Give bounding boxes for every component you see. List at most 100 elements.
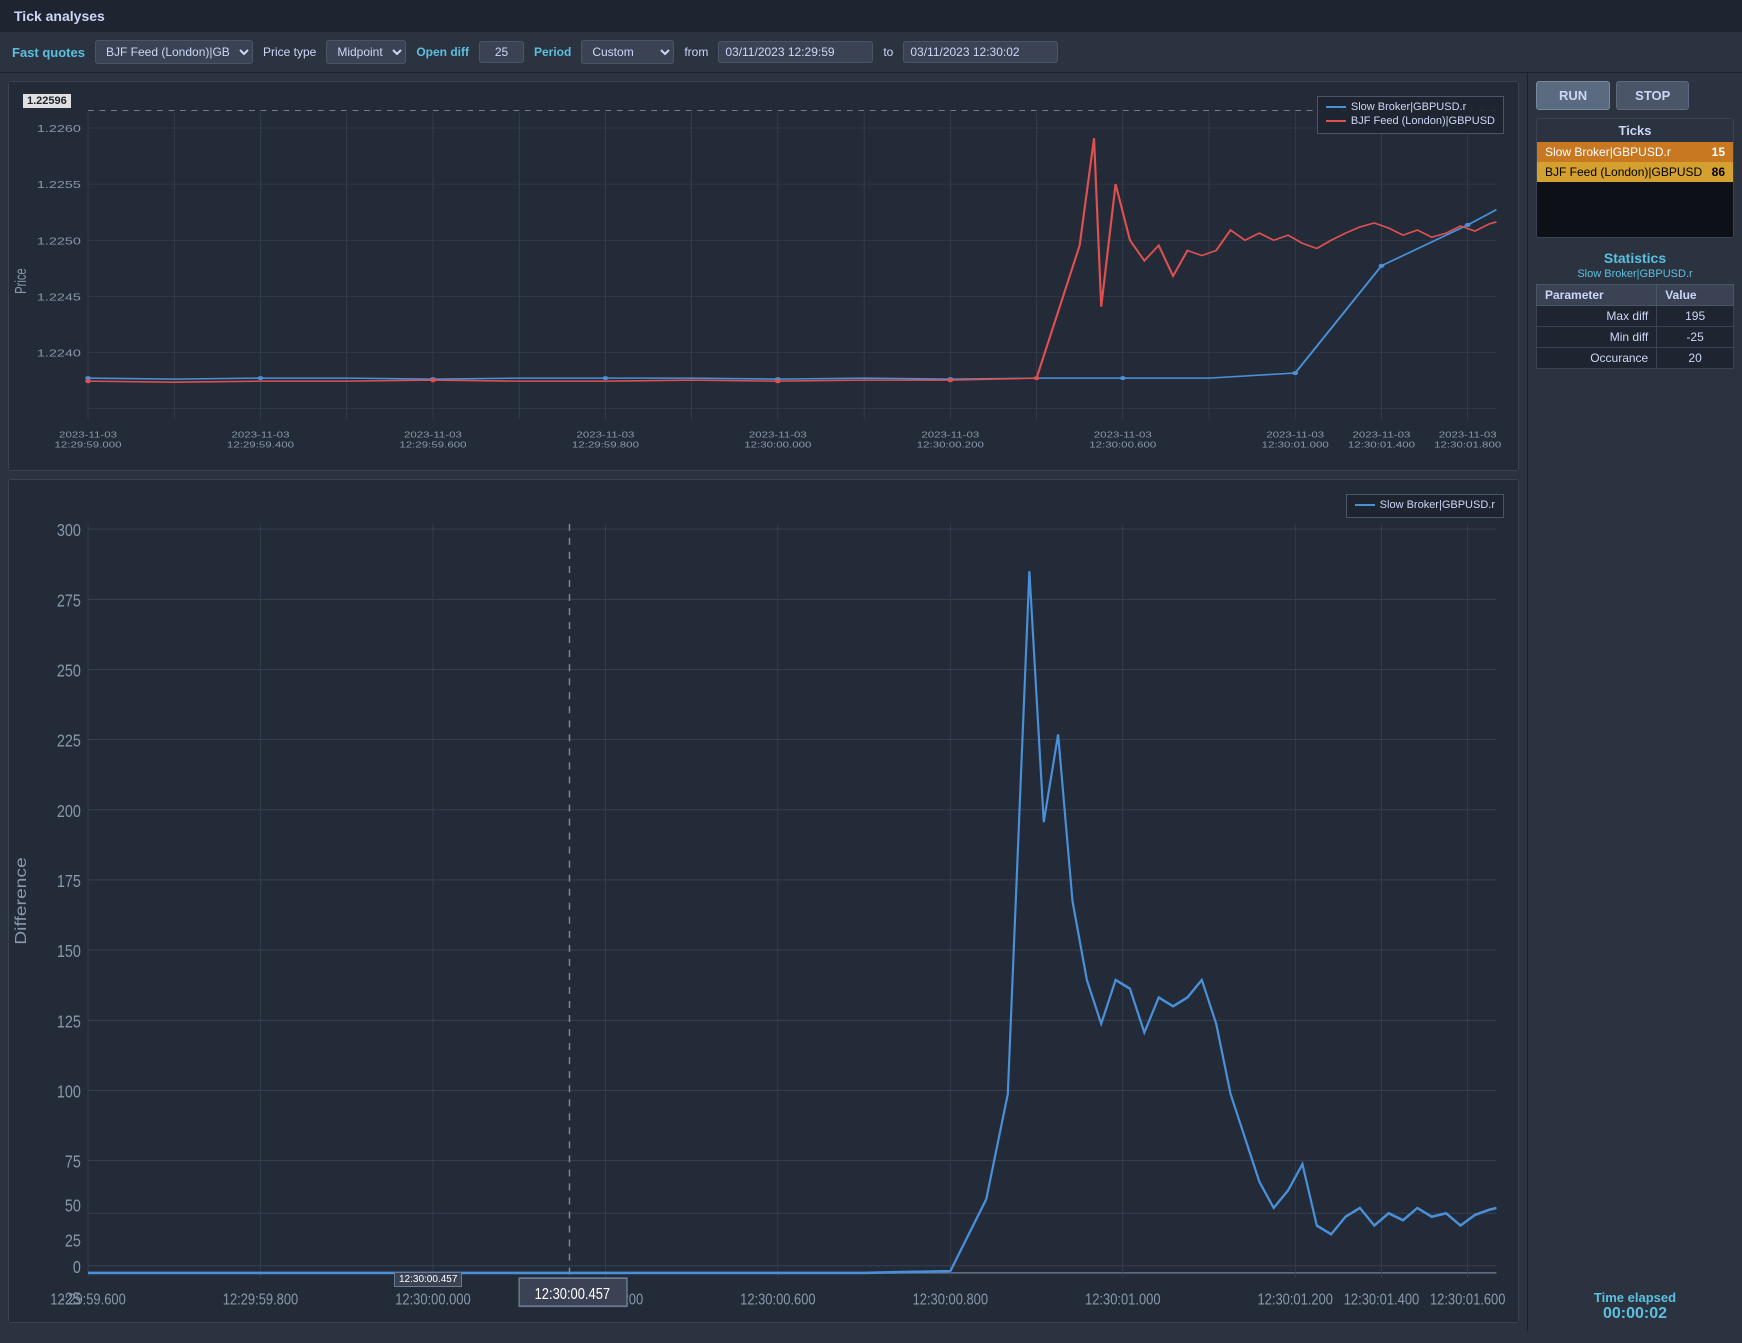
svg-text:12:30:01.400: 12:30:01.400 <box>1348 441 1416 450</box>
svg-text:12:29:59.800: 12:29:59.800 <box>223 1291 298 1309</box>
legend-color-blue <box>1326 106 1346 108</box>
svg-text:12:30:00.200: 12:30:00.200 <box>917 441 985 450</box>
svg-text:12:29:59.600: 12:29:59.600 <box>399 441 467 450</box>
price-type-label: Price type <box>263 45 316 59</box>
legend-label-bjf: BJF Feed (London)|GBPUSD <box>1351 115 1495 127</box>
svg-text:50: 50 <box>65 1196 81 1216</box>
svg-text:75: 75 <box>65 1152 81 1172</box>
svg-text:125: 125 <box>57 1012 81 1032</box>
svg-text:2023-11-03: 2023-11-03 <box>404 431 462 440</box>
svg-text:150: 150 <box>57 942 81 962</box>
stop-button[interactable]: STOP <box>1616 81 1689 110</box>
stats-row-max-diff: Max diff 195 <box>1537 306 1734 327</box>
tick-row-bjf: BJF Feed (London)|GBPUSD 86 <box>1537 162 1733 182</box>
svg-text:2023-11-03: 2023-11-03 <box>576 431 634 440</box>
svg-text:12:29:59.600: 12:29:59.600 <box>50 1291 125 1309</box>
svg-text:Difference: Difference <box>12 857 30 945</box>
svg-text:2023-11-03: 2023-11-03 <box>921 431 979 440</box>
legend-color-blue-bottom <box>1355 504 1375 506</box>
svg-text:1.2255: 1.2255 <box>37 179 81 190</box>
bottom-chart-legend: Slow Broker|GBPUSD.r <box>1346 494 1504 518</box>
top-chart-panel: 1.22596 Slow Broker|GBPUSD.r BJF Feed (L… <box>8 81 1519 471</box>
fast-quotes-label: Fast quotes <box>12 45 85 60</box>
svg-text:1.2240: 1.2240 <box>37 348 81 359</box>
svg-text:12:30:00.000: 12:30:00.000 <box>395 1291 470 1309</box>
period-select[interactable]: Custom 1 minute 5 minutes 15 minutes 1 h… <box>581 40 674 64</box>
ticks-body <box>1537 182 1733 237</box>
svg-text:12:30:01.800: 12:30:01.800 <box>1434 441 1502 450</box>
ticks-title: Ticks <box>1537 119 1733 142</box>
svg-text:175: 175 <box>57 872 81 892</box>
statistics-subtitle: Slow Broker|GBPUSD.r <box>1536 268 1734 284</box>
to-label: to <box>883 45 893 59</box>
to-datetime-input[interactable]: 03/11/2023 12:30:02 <box>903 41 1058 63</box>
open-diff-input[interactable]: 25 <box>479 41 524 63</box>
from-datetime-input[interactable]: 03/11/2023 12:29:59 <box>718 41 873 63</box>
svg-text:250: 250 <box>57 661 81 681</box>
price-type-select[interactable]: Midpoint Bid Ask Last <box>326 40 406 64</box>
svg-text:100: 100 <box>57 1082 81 1102</box>
tick-name-bjf: BJF Feed (London)|GBPUSD <box>1545 165 1702 179</box>
svg-text:200: 200 <box>57 801 81 821</box>
statistics-title: Statistics <box>1536 246 1734 268</box>
tick-count-bjf: 86 <box>1712 165 1725 179</box>
svg-text:12:30:00.600: 12:30:00.600 <box>740 1291 815 1309</box>
legend-item-bjf: BJF Feed (London)|GBPUSD <box>1326 115 1495 127</box>
svg-text:12:30:00.800: 12:30:00.800 <box>913 1291 988 1309</box>
tick-count-slow-broker: 15 <box>1712 145 1725 159</box>
svg-text:12:30:01.400: 12:30:01.400 <box>1344 1291 1419 1309</box>
price-annotation: 1.22596 <box>23 94 71 108</box>
stats-label-min-diff: Min diff <box>1537 327 1657 348</box>
svg-text:12:30:01.000: 12:30:01.000 <box>1085 1291 1160 1309</box>
btn-row: RUN STOP <box>1536 81 1734 110</box>
bottom-chart-panel: Slow Broker|GBPUSD.r 12:30:00.457 Differ… <box>8 479 1519 1323</box>
svg-text:12:30:01.600: 12:30:01.600 <box>1430 1291 1505 1309</box>
from-label: from <box>684 45 708 59</box>
svg-text:2023-11-03: 2023-11-03 <box>232 431 290 440</box>
tick-row-slow-broker: Slow Broker|GBPUSD.r 15 <box>1537 142 1733 162</box>
main-layout: 1.22596 Slow Broker|GBPUSD.r BJF Feed (L… <box>0 73 1742 1331</box>
svg-text:12:30:00.600: 12:30:00.600 <box>1089 441 1157 450</box>
stats-value-max-diff: 195 <box>1657 306 1734 327</box>
stats-row-occurance: Occurance 20 <box>1537 348 1734 369</box>
tick-name-slow-broker: Slow Broker|GBPUSD.r <box>1545 145 1671 159</box>
svg-text:Price: Price <box>12 268 29 294</box>
svg-text:275: 275 <box>57 591 81 611</box>
stats-label-max-diff: Max diff <box>1537 306 1657 327</box>
svg-text:0: 0 <box>73 1258 81 1278</box>
svg-text:12:30:01.000: 12:30:01.000 <box>1262 441 1330 450</box>
svg-text:2023-11-03: 2023-11-03 <box>1094 431 1152 440</box>
fast-quotes-select[interactable]: BJF Feed (London)|GB <box>95 40 253 64</box>
title-bar: Tick analyses <box>0 0 1742 32</box>
svg-text:12:30:00.000: 12:30:00.000 <box>744 441 812 450</box>
svg-text:2023-11-03: 2023-11-03 <box>1352 431 1410 440</box>
time-elapsed-value: 00:00:02 <box>1536 1305 1734 1323</box>
statistics-section: Statistics Slow Broker|GBPUSD.r Paramete… <box>1536 246 1734 369</box>
svg-text:2023-11-03: 2023-11-03 <box>1266 431 1324 440</box>
stats-value-min-diff: -25 <box>1657 327 1734 348</box>
right-sidebar: RUN STOP Ticks Slow Broker|GBPUSD.r 15 B… <box>1527 73 1742 1331</box>
svg-text:12:30:00.457: 12:30:00.457 <box>535 1286 610 1304</box>
svg-text:12:29:59.000: 12:29:59.000 <box>54 441 122 450</box>
svg-text:25: 25 <box>65 1231 81 1251</box>
stats-value-occurance: 20 <box>1657 348 1734 369</box>
svg-text:300: 300 <box>57 521 81 541</box>
top-chart-svg: Price 1.2260 1.2255 1.2250 1.2245 1.2240 <box>9 82 1518 470</box>
legend-item-slow-broker: Slow Broker|GBPUSD.r <box>1326 101 1495 113</box>
svg-text:1.2260: 1.2260 <box>37 123 81 134</box>
svg-text:225: 225 <box>57 731 81 751</box>
bottom-chart-svg: Difference 300 275 250 225 200 <box>9 480 1518 1322</box>
svg-text:12:30:01.200: 12:30:01.200 <box>1258 1291 1333 1309</box>
svg-text:12:29:59.400: 12:29:59.400 <box>227 441 295 450</box>
crosshair-label: 12:30:00.457 <box>394 1272 462 1287</box>
open-diff-label: Open diff <box>416 45 469 59</box>
time-elapsed-section: Time elapsed 00:00:02 <box>1536 1290 1734 1323</box>
svg-text:2023-11-03: 2023-11-03 <box>1439 431 1497 440</box>
period-label: Period <box>534 45 571 59</box>
svg-text:12:29:59.800: 12:29:59.800 <box>572 441 640 450</box>
stats-label-occurance: Occurance <box>1537 348 1657 369</box>
run-button[interactable]: RUN <box>1536 81 1610 110</box>
charts-area: 1.22596 Slow Broker|GBPUSD.r BJF Feed (L… <box>0 73 1527 1331</box>
legend-label-slow-broker: Slow Broker|GBPUSD.r <box>1351 101 1466 113</box>
svg-text:2023-11-03: 2023-11-03 <box>749 431 807 440</box>
